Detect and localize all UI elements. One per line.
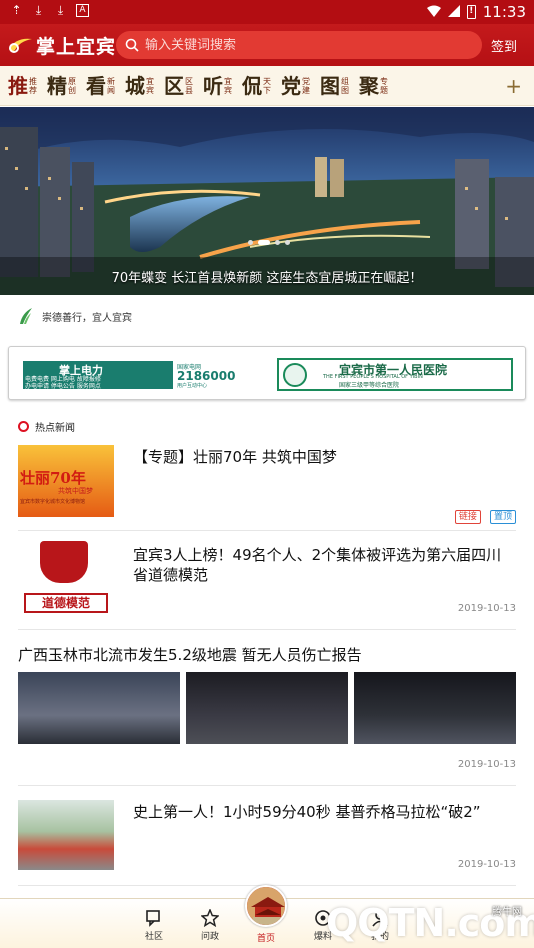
news-thumbnail: 道德模范 bbox=[18, 541, 114, 619]
battery-icon: ! bbox=[466, 5, 476, 19]
nav-home[interactable]: 首页 bbox=[246, 931, 286, 944]
tab-sub: 宜宾 bbox=[146, 76, 154, 95]
community-icon bbox=[146, 910, 160, 927]
tab-talk[interactable]: 侃天下 bbox=[242, 75, 273, 97]
nav-label: 问政 bbox=[200, 932, 219, 942]
ad1-line2: 办电申请 停电公告 服务网点 bbox=[25, 383, 101, 390]
nav-community[interactable]: 社区 bbox=[134, 909, 174, 942]
hospital-logo-icon bbox=[283, 363, 307, 387]
thumb-caption: 宜宾市数字化城市文化博物馆 bbox=[20, 499, 86, 505]
nav-label: 首页 bbox=[256, 934, 275, 944]
slogan-text: 崇德善行，宜人宜宾 bbox=[42, 312, 132, 324]
tab-original[interactable]: 精原创 bbox=[47, 75, 78, 97]
wifi-icon bbox=[426, 3, 441, 21]
ad2-sub: 国家三级甲等综合医院 bbox=[339, 382, 400, 389]
tab-district[interactable]: 区区县 bbox=[164, 75, 195, 97]
home-icon[interactable] bbox=[245, 885, 287, 927]
tab-char: 聚 bbox=[359, 73, 379, 98]
tab-char: 看 bbox=[86, 73, 106, 98]
tab-char: 侃 bbox=[242, 73, 262, 98]
tab-sub: 新闻 bbox=[107, 76, 115, 95]
tag-pinned: 置顶 bbox=[489, 510, 516, 524]
tag-link: 链接 bbox=[454, 510, 481, 524]
tab-char: 听 bbox=[203, 73, 223, 98]
signin-button[interactable]: 签到 bbox=[491, 36, 517, 55]
news-title: 广西玉林市北流市发生5.2级地震 暂无人员伤亡报告 bbox=[18, 646, 362, 664]
upload-icon: ⇡ bbox=[11, 3, 22, 17]
app-logo[interactable]: 掌上宜宾 bbox=[6, 30, 116, 60]
status-bar: ⇡ ⤓ ⤓ A ! 11:33 bbox=[0, 0, 534, 24]
tab-char: 党 bbox=[281, 73, 301, 98]
news-item-4[interactable]: 史上第一人！1小时59分40秒 基普乔格马拉松“破2” 2019-10-13 bbox=[18, 786, 516, 886]
news-photo-2 bbox=[186, 672, 348, 744]
tab-topics[interactable]: 聚专题 bbox=[359, 75, 390, 97]
tab-city[interactable]: 城宜宾 bbox=[125, 75, 156, 97]
news-photo-1 bbox=[18, 672, 180, 744]
search-icon bbox=[125, 38, 139, 52]
tab-sub: 组图 bbox=[341, 76, 349, 95]
news-item-1[interactable]: 壮丽70年 共筑中国梦 宜宾市数字化城市文化博物馆 【专题】壮丽70年 共筑中国… bbox=[18, 440, 516, 531]
tab-sub: 专题 bbox=[380, 76, 388, 95]
news-thumbnail: 壮丽70年 共筑中国梦 宜宾市数字化城市文化博物馆 bbox=[18, 445, 114, 517]
star-icon bbox=[201, 909, 219, 927]
channel-tabs: 推推荐 精原创 看新闻 城宜宾 区区县 听宜宾 侃天下 党党建 图组图 聚专题 bbox=[0, 66, 534, 106]
tab-listen[interactable]: 听宜宾 bbox=[203, 75, 234, 97]
logo-text: 掌上宜宾 bbox=[36, 35, 117, 58]
news-date: 2019-10-13 bbox=[457, 759, 516, 770]
tab-sub: 党建 bbox=[302, 76, 310, 95]
thumb-text: 道德模范 bbox=[24, 593, 108, 613]
search-bar[interactable] bbox=[116, 31, 482, 59]
carousel-indicator bbox=[248, 240, 290, 245]
ad-power[interactable]: 掌上电力 电费电费 网上购电 故障报修 办电申请 停电公告 服务网点 国家电网 … bbox=[23, 361, 255, 390]
thumb-text: 壮丽70年 bbox=[20, 469, 86, 487]
ad-hospital[interactable]: 宜宾市第一人民医院 THE FIRST PEOPLE'S HOSPITAL OF… bbox=[277, 358, 513, 391]
tab-char: 城 bbox=[125, 73, 145, 98]
logo-swirl-icon bbox=[9, 38, 32, 53]
bamboo-leaf-icon bbox=[20, 308, 32, 324]
news-title: 宜宾3人上榜！49名个人、2个集体被评选为第六届四川省道德模范 bbox=[133, 546, 502, 584]
ad-strip: 掌上电力 电费电费 网上购电 故障报修 办电申请 停电公告 服务网点 国家电网 … bbox=[8, 346, 526, 400]
tab-photos[interactable]: 图组图 bbox=[320, 75, 351, 97]
app-notification-icon: A bbox=[76, 4, 89, 17]
slogan: 崇德善行，宜人宜宾 bbox=[18, 307, 132, 325]
signal-icon bbox=[447, 3, 460, 21]
watermark: QQTN.com 腾牛网 bbox=[326, 895, 534, 948]
tab-recommend[interactable]: 推推荐 bbox=[8, 75, 39, 97]
section-header: 热点新闻 bbox=[18, 419, 75, 434]
news-item-3[interactable]: 广西玉林市北流市发生5.2级地震 暂无人员伤亡报告 2019-10-13 bbox=[18, 630, 516, 786]
tab-sub: 区县 bbox=[185, 76, 193, 95]
tab-char: 区 bbox=[164, 73, 184, 98]
news-thumbnail bbox=[18, 800, 114, 870]
news-date: 2019-10-13 bbox=[457, 859, 516, 870]
tab-char: 推 bbox=[8, 73, 28, 98]
news-item-2[interactable]: 道德模范 宜宾3人上榜！49名个人、2个集体被评选为第六届四川省道德模范 201… bbox=[18, 531, 516, 630]
clock: 11:33 bbox=[482, 3, 526, 21]
tab-sub: 原创 bbox=[68, 76, 76, 95]
app-header: 掌上宜宾 签到 bbox=[0, 24, 534, 66]
thumb-sub: 共筑中国梦 bbox=[58, 487, 93, 495]
nav-politics[interactable]: 问政 bbox=[190, 909, 230, 942]
tab-sub: 天下 bbox=[263, 76, 271, 95]
news-title: 史上第一人！1小时59分40秒 基普乔格马拉松“破2” bbox=[133, 803, 481, 821]
banner-caption[interactable]: 70年蝶变 长江首县焕新颜 这座生态宜居城正在崛起！ bbox=[0, 267, 534, 286]
ad1-phone: 2186000 bbox=[177, 369, 236, 383]
tab-party[interactable]: 党党建 bbox=[281, 75, 312, 97]
download-icon: ⤓ bbox=[35, 3, 42, 17]
tab-sub: 宜宾 bbox=[224, 76, 232, 95]
hot-icon bbox=[18, 421, 29, 432]
add-channel-button[interactable]: + bbox=[505, 74, 522, 98]
tab-char: 图 bbox=[320, 73, 340, 98]
tab-news[interactable]: 看新闻 bbox=[86, 75, 117, 97]
news-title: 【专题】壮丽70年 共筑中国梦 bbox=[133, 448, 337, 466]
section-title: 热点新闻 bbox=[35, 423, 75, 434]
news-photo-3 bbox=[354, 672, 516, 744]
search-input[interactable] bbox=[145, 37, 445, 53]
ad1-sub: 用户互动中心 bbox=[177, 383, 208, 389]
watermark-site: 腾牛网 bbox=[492, 907, 522, 918]
news-date: 2019-10-13 bbox=[457, 603, 516, 614]
tab-sub: 推荐 bbox=[29, 76, 37, 95]
nav-label: 社区 bbox=[144, 932, 163, 942]
download-icon: ⤓ bbox=[57, 3, 64, 17]
tab-char: 精 bbox=[47, 73, 67, 98]
